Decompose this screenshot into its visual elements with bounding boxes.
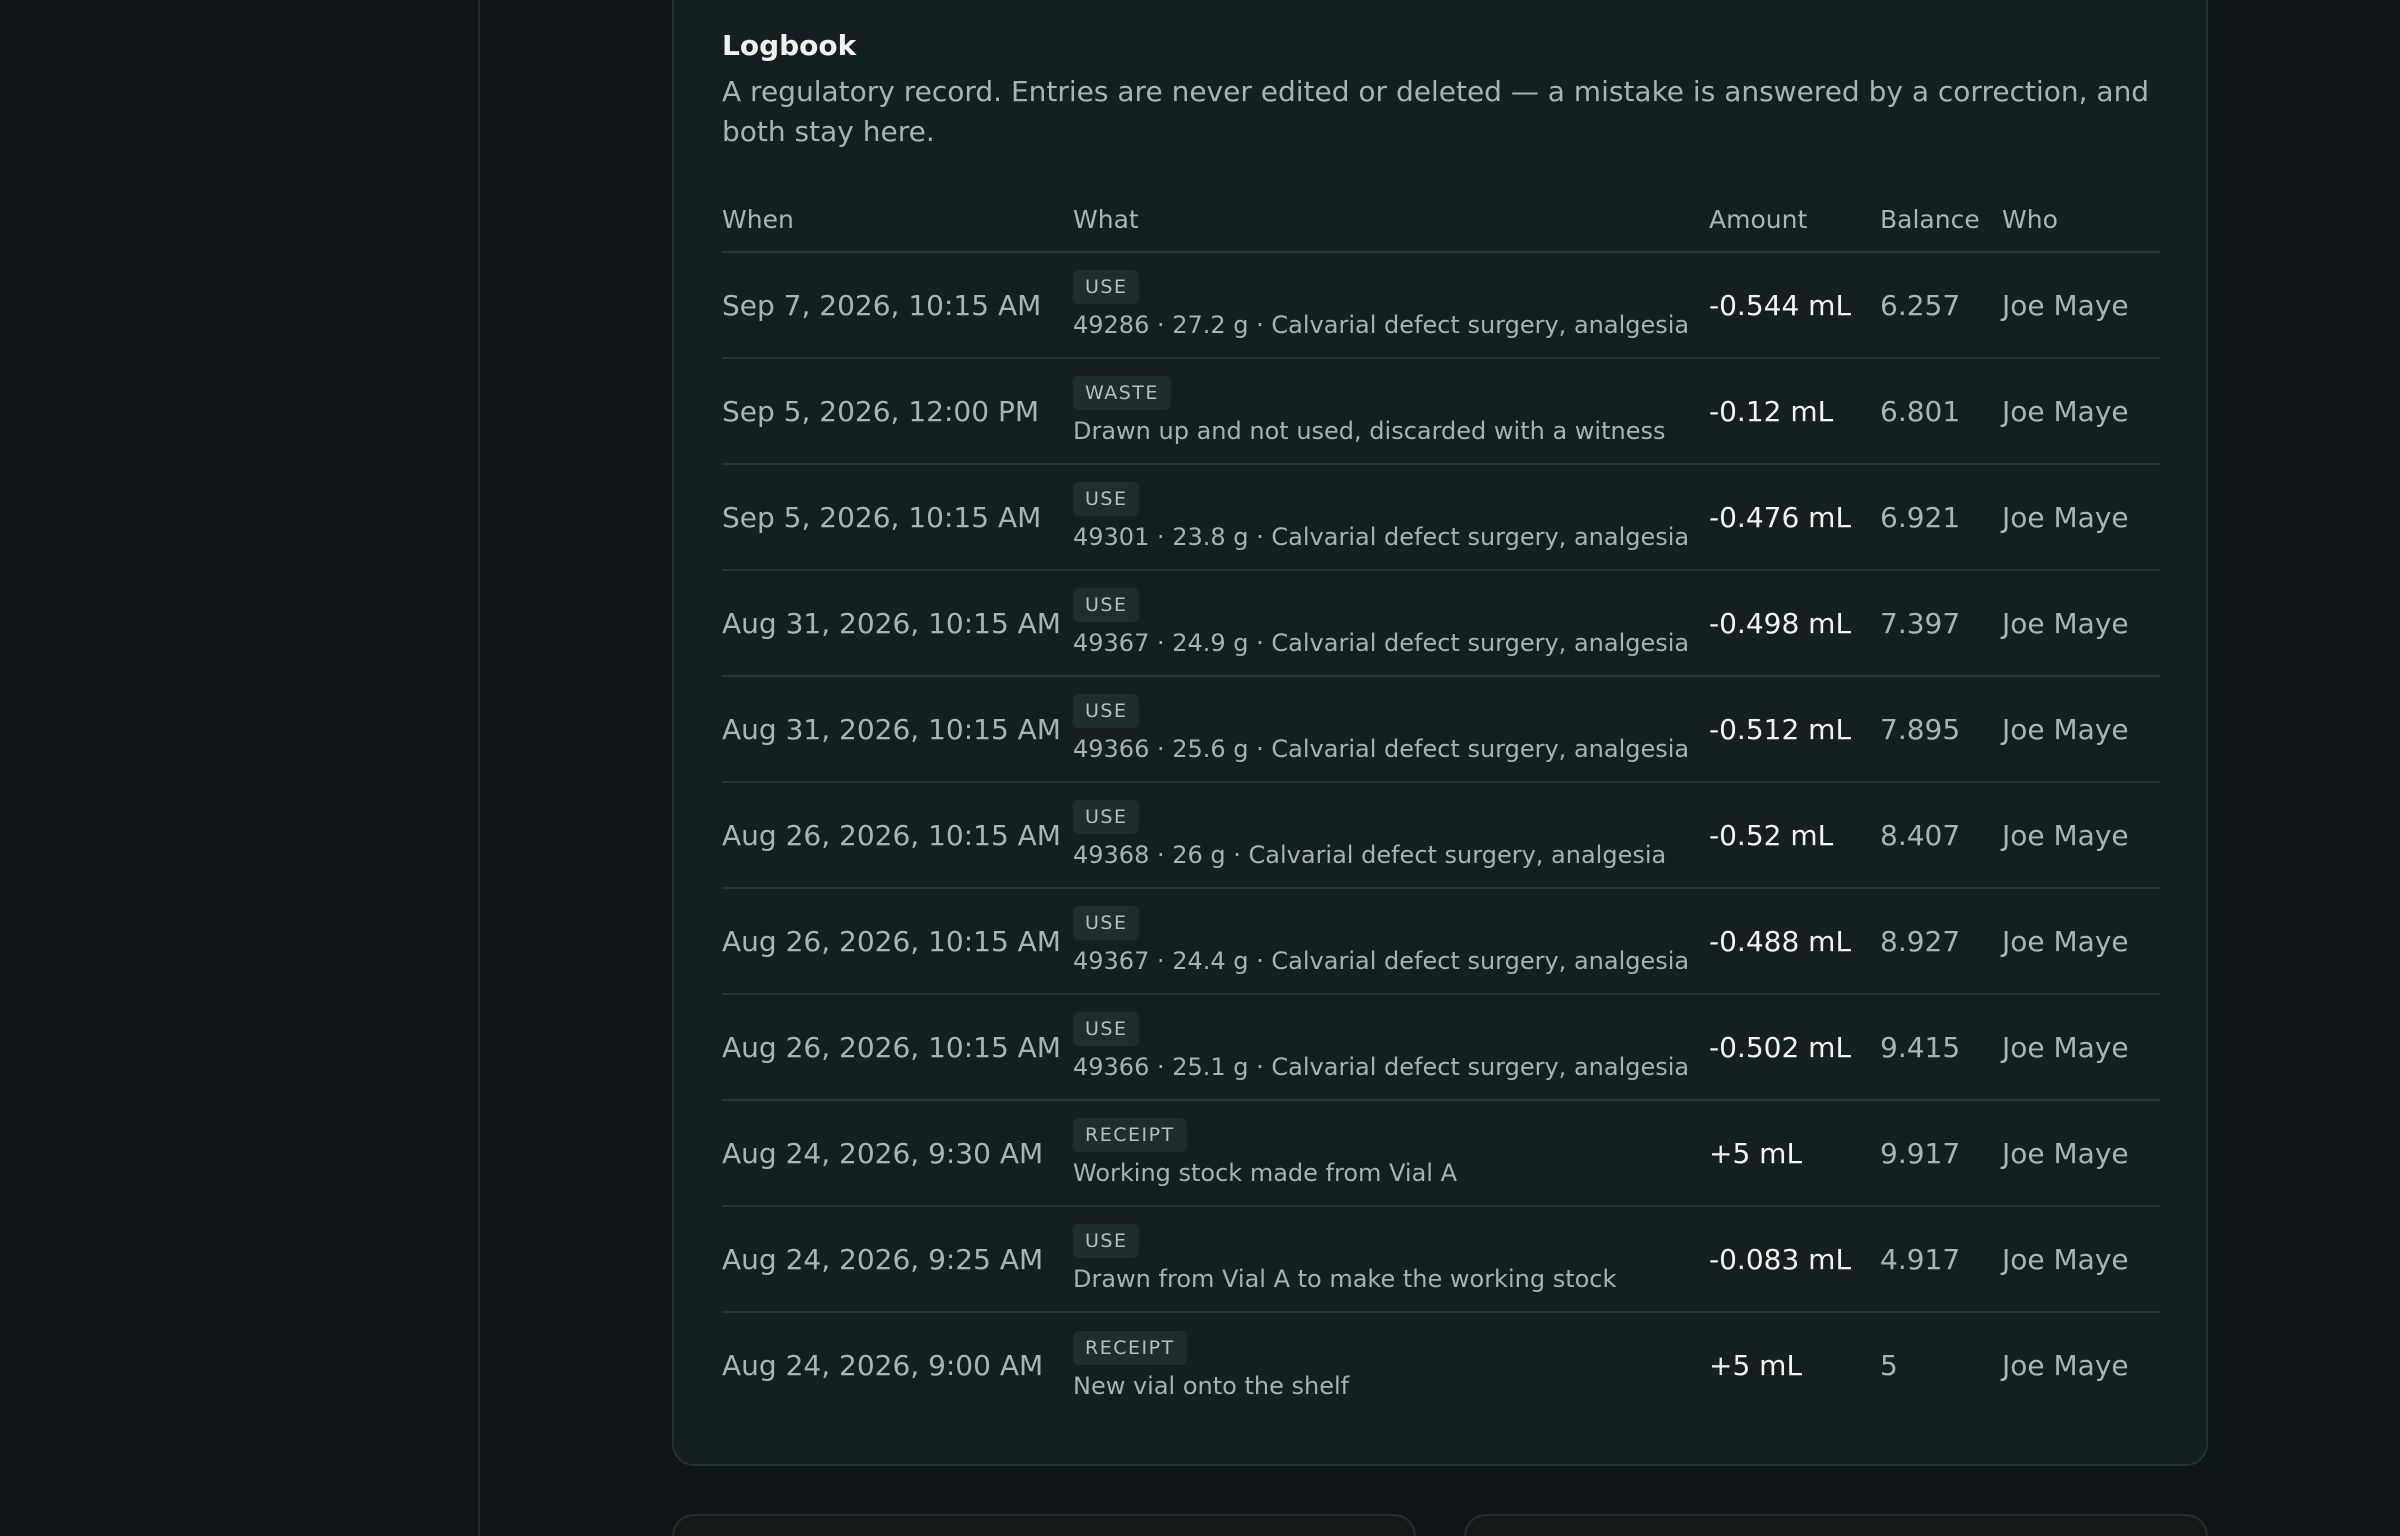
entry-balance: 9.917: [1880, 1136, 1961, 1170]
entry-detail: Drawn from Vial A to make the working st…: [1073, 1265, 1617, 1293]
entry-who: Joe Maye: [2002, 500, 2129, 534]
lower-card-left: [672, 1514, 1416, 1536]
logbook-description: A regulatory record. Entries are never e…: [722, 75, 2150, 148]
table-row: Aug 31, 2026, 10:15 AM USE 49367 · 24.9 …: [722, 570, 2160, 677]
table-row: Aug 24, 2026, 9:25 AM USE Drawn from Via…: [722, 1206, 2160, 1313]
table-row: Aug 26, 2026, 10:15 AM USE 49366 · 25.1 …: [722, 994, 2160, 1101]
entry-detail: 49367 · 24.9 g · Calvarial defect surger…: [1073, 629, 1690, 657]
entry-who: Joe Maye: [2002, 1349, 2129, 1382]
entry-who: Joe Maye: [2002, 1242, 2129, 1276]
entry-who: Joe Maye: [2002, 288, 2129, 322]
entry-type-badge: WASTE: [1073, 376, 1171, 410]
lower-card-right: [1464, 1514, 2208, 1536]
column-header-amount: Amount: [1709, 188, 1880, 253]
entry-detail: 49366 · 25.1 g · Calvarial defect surger…: [1073, 1053, 1690, 1081]
logbook-title: Logbook: [722, 29, 857, 62]
entry-type-badge: USE: [1073, 1012, 1140, 1046]
entry-who: Joe Maye: [2002, 712, 2129, 746]
entry-amount: -0.083 mL: [1709, 1242, 1852, 1276]
table-row: Sep 5, 2026, 12:00 PM WASTE Drawn up and…: [722, 358, 2160, 465]
table-row: Sep 5, 2026, 10:15 AM USE 49301 · 23.8 g…: [722, 464, 2160, 571]
entry-when: Aug 31, 2026, 10:15 AM: [722, 712, 1061, 746]
entry-when: Aug 26, 2026, 10:15 AM: [722, 924, 1061, 958]
entry-amount: -0.512 mL: [1709, 712, 1852, 746]
entry-balance: 4.917: [1880, 1242, 1961, 1276]
entry-when: Aug 26, 2026, 10:15 AM: [722, 1030, 1061, 1064]
table-row: Aug 24, 2026, 9:00 AM RECEIPT New vial o…: [722, 1312, 2160, 1418]
entry-balance: 6.257: [1880, 288, 1961, 322]
entry-type-badge: USE: [1073, 588, 1140, 622]
entry-amount: +5 mL: [1709, 1136, 1803, 1170]
table-header-row: When What Amount Balance Who: [722, 188, 2160, 253]
entry-balance: 8.927: [1880, 924, 1961, 958]
entry-when: Aug 24, 2026, 9:30 AM: [722, 1136, 1044, 1170]
main-content: Logbook A regulatory record. Entries are…: [482, 0, 2400, 1536]
column-header-who: Who: [2002, 188, 2160, 253]
entry-balance: 6.801: [1880, 394, 1961, 428]
logbook-table: When What Amount Balance Who Sep 7, 2026…: [722, 188, 2160, 1418]
sidebar: [0, 0, 480, 1536]
entry-amount: -0.498 mL: [1709, 606, 1852, 640]
entry-amount: -0.544 mL: [1709, 288, 1852, 322]
entry-when: Aug 24, 2026, 9:00 AM: [722, 1349, 1044, 1382]
entry-amount: -0.476 mL: [1709, 500, 1852, 534]
entry-detail: 49368 · 26 g · Calvarial defect surgery,…: [1073, 841, 1667, 869]
entry-who: Joe Maye: [2002, 606, 2129, 640]
entry-type-badge: USE: [1073, 270, 1140, 304]
entry-detail: 49367 · 24.4 g · Calvarial defect surger…: [1073, 947, 1690, 975]
entry-amount: -0.52 mL: [1709, 818, 1834, 852]
entry-when: Aug 24, 2026, 9:25 AM: [722, 1242, 1044, 1276]
entry-when: Sep 5, 2026, 10:15 AM: [722, 500, 1042, 534]
entry-type-badge: USE: [1073, 482, 1140, 516]
entry-who: Joe Maye: [2002, 394, 2129, 428]
entry-who: Joe Maye: [2002, 818, 2129, 852]
entry-detail: 49286 · 27.2 g · Calvarial defect surger…: [1073, 311, 1690, 339]
column-header-balance: Balance: [1880, 188, 2002, 253]
entry-amount: -0.488 mL: [1709, 924, 1852, 958]
entry-amount: -0.12 mL: [1709, 394, 1834, 428]
column-header-when: When: [722, 188, 1073, 253]
entry-who: Joe Maye: [2002, 1030, 2129, 1064]
app-root: Logbook A regulatory record. Entries are…: [0, 0, 2400, 1536]
entry-when: Aug 31, 2026, 10:15 AM: [722, 606, 1061, 640]
entry-amount: -0.502 mL: [1709, 1030, 1852, 1064]
entry-type-badge: USE: [1073, 906, 1140, 940]
entry-when: Aug 26, 2026, 10:15 AM: [722, 818, 1061, 852]
entry-who: Joe Maye: [2002, 1136, 2129, 1170]
table-row: Aug 26, 2026, 10:15 AM USE 49367 · 24.4 …: [722, 888, 2160, 995]
column-header-what: What: [1073, 188, 1709, 253]
logbook-card: Logbook A regulatory record. Entries are…: [672, 0, 2208, 1466]
entry-type-badge: USE: [1073, 694, 1140, 728]
entry-balance: 5: [1880, 1349, 1898, 1382]
entry-type-badge: RECEIPT: [1073, 1330, 1187, 1365]
entry-balance: 8.407: [1880, 818, 1961, 852]
entry-detail: New vial onto the shelf: [1073, 1371, 1350, 1400]
entry-balance: 6.921: [1880, 500, 1961, 534]
entry-amount: +5 mL: [1709, 1349, 1803, 1382]
entry-detail: Working stock made from Vial A: [1073, 1159, 1458, 1187]
table-row: Sep 7, 2026, 10:15 AM USE 49286 · 27.2 g…: [722, 252, 2160, 359]
table-row: Aug 31, 2026, 10:15 AM USE 49366 · 25.6 …: [722, 676, 2160, 783]
entry-type-badge: USE: [1073, 800, 1140, 834]
entry-balance: 7.397: [1880, 606, 1961, 640]
entry-detail: 49301 · 23.8 g · Calvarial defect surger…: [1073, 523, 1690, 551]
entry-when: Sep 7, 2026, 10:15 AM: [722, 288, 1042, 322]
logbook-rows: Sep 7, 2026, 10:15 AM USE 49286 · 27.2 g…: [722, 252, 2160, 1418]
entry-balance: 9.415: [1880, 1030, 1961, 1064]
table-row: Aug 26, 2026, 10:15 AM USE 49368 · 26 g …: [722, 782, 2160, 889]
entry-type-badge: RECEIPT: [1073, 1118, 1187, 1152]
entry-type-badge: USE: [1073, 1224, 1140, 1258]
entry-detail: Drawn up and not used, discarded with a …: [1073, 417, 1666, 445]
entry-balance: 7.895: [1880, 712, 1961, 746]
entry-detail: 49366 · 25.6 g · Calvarial defect surger…: [1073, 735, 1690, 763]
table-row: Aug 24, 2026, 9:30 AM RECEIPT Working st…: [722, 1100, 2160, 1207]
entry-who: Joe Maye: [2002, 924, 2129, 958]
entry-when: Sep 5, 2026, 12:00 PM: [722, 394, 1039, 428]
